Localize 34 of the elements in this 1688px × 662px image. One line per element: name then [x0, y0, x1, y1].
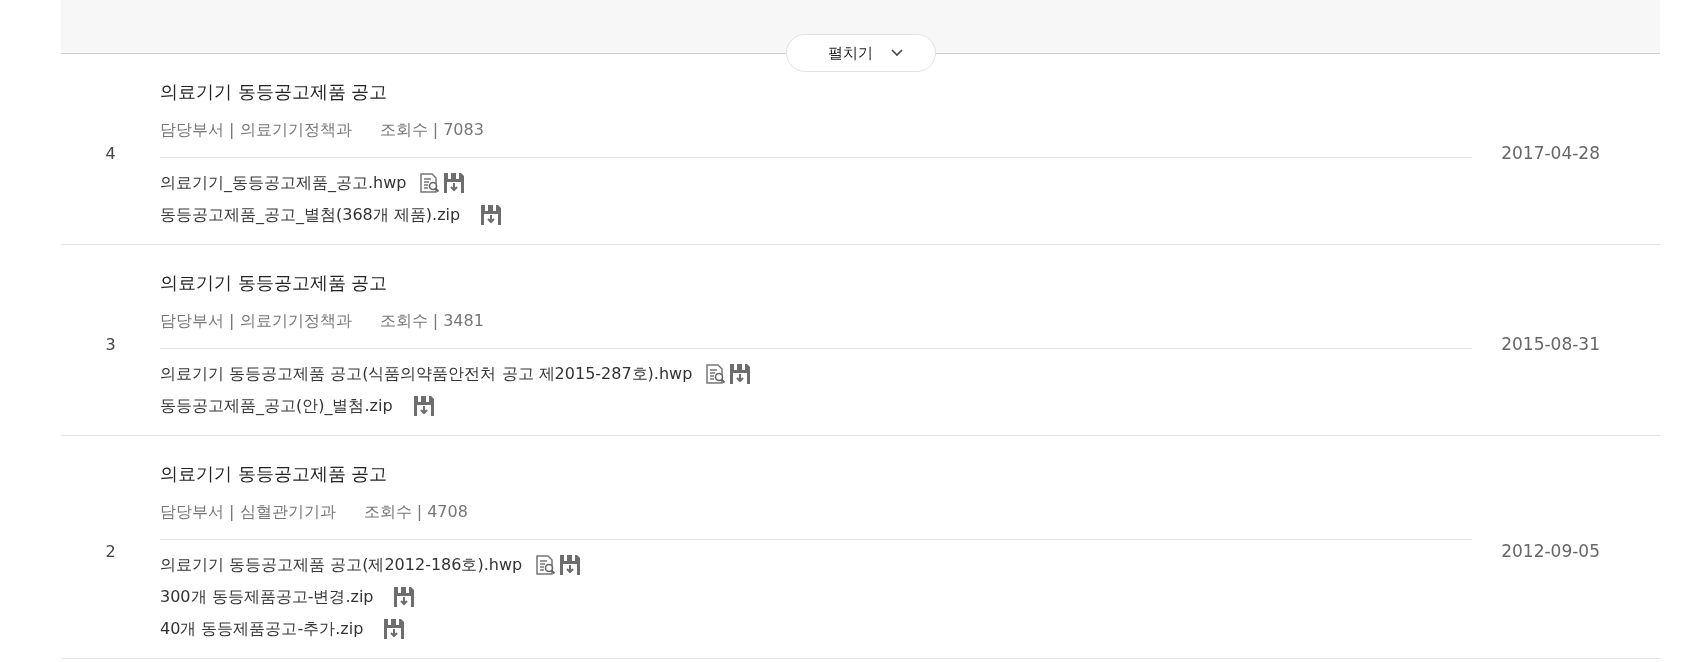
view-count-text: 조회수 | 4708: [363, 502, 468, 523]
floppy-download-icon[interactable]: [412, 395, 435, 417]
attachment-link[interactable]: 의료기기 동등공고제품 공고(제2012-186호).hwp: [160, 554, 523, 576]
post-date: 2017-04-28: [1501, 143, 1600, 163]
department-text: 담당부서 | 의료기기정책과: [160, 311, 352, 332]
floppy-download-icon[interactable]: [443, 172, 466, 194]
document-preview-icon[interactable]: [534, 554, 557, 576]
post-number: 2: [104, 541, 117, 561]
attachment-link[interactable]: 의료기기 동등공고제품 공고(식품의약품안전처 공고 제2015-287호).hwp: [160, 363, 693, 385]
attachment-link[interactable]: 의료기기_동등공고제품_공고.hwp: [160, 172, 407, 194]
expand-button[interactable]: 펼치기: [785, 34, 936, 72]
floppy-download-icon[interactable]: [383, 618, 406, 640]
attachment-link[interactable]: 300개 동등제품공고-변경.zip: [160, 586, 374, 608]
chevron-down-icon: [891, 49, 903, 57]
view-count-text: 조회수 | 3481: [379, 311, 484, 332]
post-title[interactable]: 의료기기 동등공고제품 공고: [160, 80, 388, 104]
floppy-download-icon[interactable]: [729, 363, 752, 385]
document-preview-icon[interactable]: [418, 172, 441, 194]
post-title[interactable]: 의료기기 동등공고제품 공고: [160, 271, 388, 295]
attachment-link[interactable]: 동등공고제품_공고(안)_별첨.zip: [160, 395, 393, 417]
post-number: 4: [104, 143, 117, 163]
post-date: 2015-08-31: [1501, 334, 1600, 354]
view-count-text: 조회수 | 7083: [379, 120, 484, 141]
post-title[interactable]: 의료기기 동등공고제품 공고: [160, 462, 388, 486]
document-preview-icon[interactable]: [704, 363, 727, 385]
department-text: 담당부서 | 심혈관기기과: [160, 502, 336, 523]
attachment-link[interactable]: 동등공고제품_공고_별첨(368개 제품).zip: [160, 204, 461, 226]
department-text: 담당부서 | 의료기기정책과: [160, 120, 352, 141]
floppy-download-icon[interactable]: [480, 204, 503, 226]
post-date: 2012-09-05: [1501, 541, 1600, 561]
post-number: 3: [104, 334, 117, 354]
attachment-link[interactable]: 40개 동등제품공고-추가.zip: [160, 618, 364, 640]
floppy-download-icon[interactable]: [393, 586, 416, 608]
floppy-download-icon[interactable]: [559, 554, 582, 576]
